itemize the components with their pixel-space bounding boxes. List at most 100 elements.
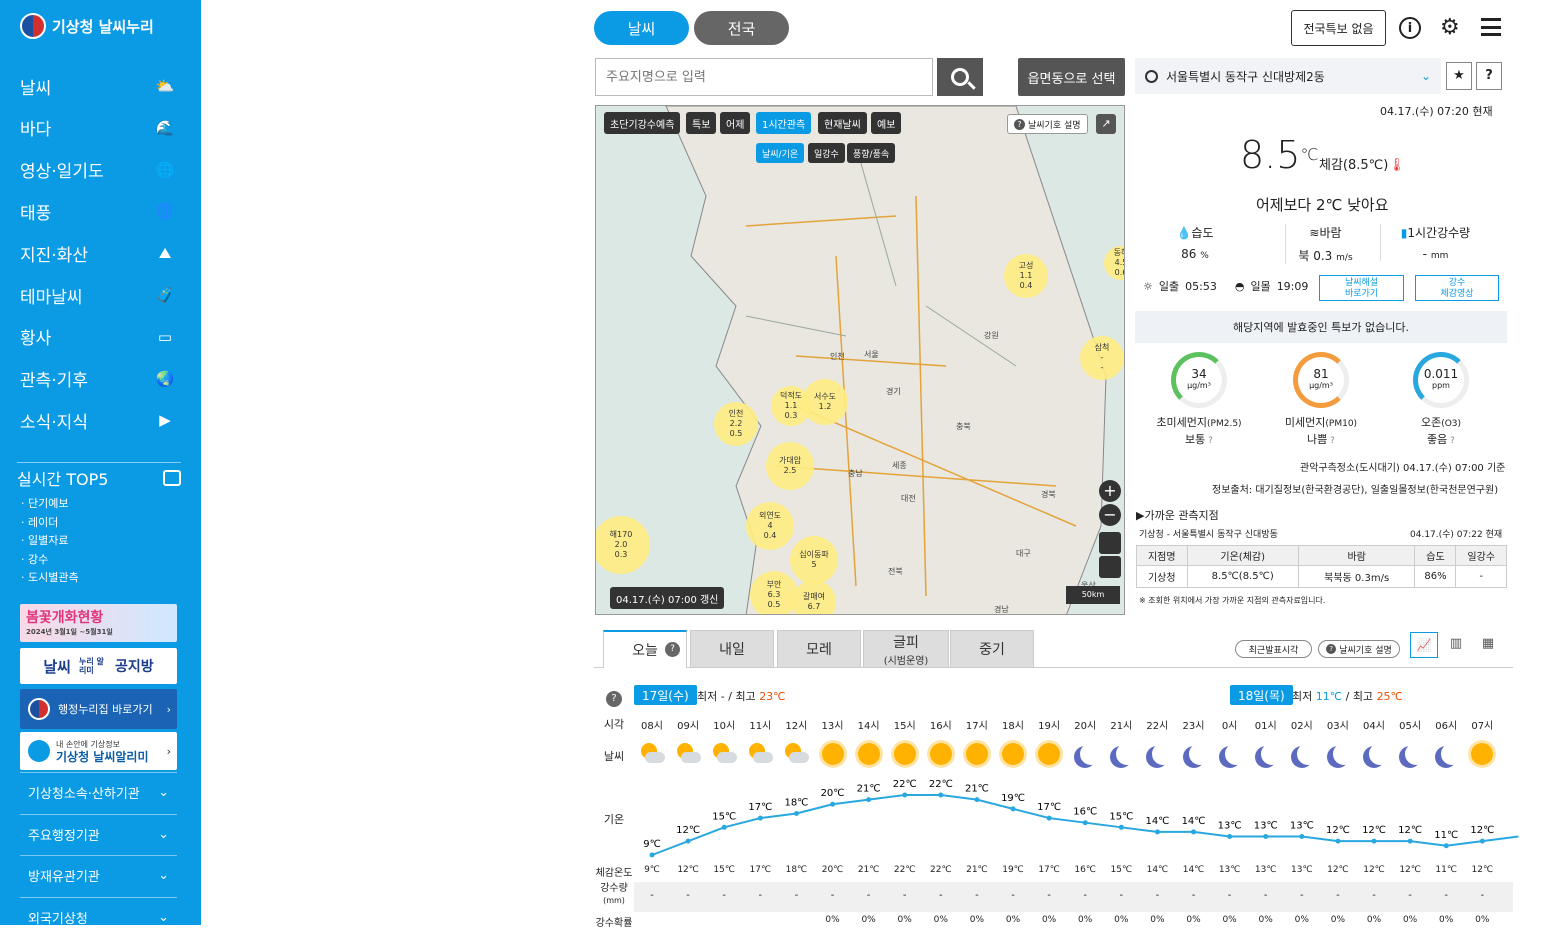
sidebar-item-7[interactable]: 관측·기후 🌏: [20, 364, 176, 394]
sidebar-item-1[interactable]: 바다 🌊: [20, 113, 176, 143]
station-value-1: 1.1: [784, 401, 798, 410]
map-subtab-1[interactable]: 일강수: [808, 143, 845, 163]
location-selector[interactable]: 서울특별시 동작구 신대방제2동 ⌄: [1135, 58, 1441, 94]
help-icon[interactable]: ?: [665, 642, 680, 657]
help-icon[interactable]: ?: [1327, 436, 1335, 446]
sidebar-item-8[interactable]: 소식·지식 ▶: [20, 405, 176, 435]
feels-cell: 12℃: [1399, 865, 1421, 875]
station-marker[interactable]: 부안 6.3 0.5: [750, 571, 798, 614]
station-marker[interactable]: 십이동파 5: [790, 536, 838, 584]
bar-chart-view-icon[interactable]: ▥: [1442, 632, 1470, 658]
hour-label: 23시: [1182, 721, 1205, 732]
sunrise-icon: ☼: [1143, 279, 1153, 293]
notice-banner[interactable]: 날씨 누리 알리미 공지방: [20, 648, 177, 684]
feels-cell: 21℃: [857, 865, 880, 875]
search-button[interactable]: [937, 58, 983, 96]
help-icon[interactable]: ?: [1447, 436, 1455, 446]
station-value-2: 0.5: [729, 429, 743, 438]
favorite-star-icon[interactable]: ★: [1446, 62, 1472, 90]
prob-cell: 0%: [933, 915, 948, 925]
sidebar-item-5[interactable]: 테마날씨 🧳: [20, 280, 176, 310]
help-icon[interactable]: ?: [1205, 436, 1213, 446]
station-marker[interactable]: 삼척 - -: [1080, 336, 1124, 380]
forecast-tab-4[interactable]: 중기: [950, 630, 1034, 668]
station-value-2: -: [1100, 363, 1104, 372]
help-button[interactable]: ?: [1476, 62, 1502, 90]
rain-cell: -: [1083, 890, 1087, 901]
gov-portal-link[interactable]: 행정누리집 바로가기 ›: [20, 689, 177, 729]
sidebar-item-4[interactable]: 지진·화산 ⛰: [20, 238, 176, 268]
temp-point: [830, 801, 836, 807]
tab-national[interactable]: 전국: [694, 11, 789, 45]
map-ruler-icon[interactable]: [1099, 532, 1121, 554]
top5-item[interactable]: 도시별관측: [17, 569, 181, 588]
table-view-icon[interactable]: ▦: [1474, 632, 1502, 658]
help-icon[interactable]: ?: [606, 691, 622, 707]
map-zoom-in-button[interactable]: +: [1099, 480, 1121, 502]
map-tab-4[interactable]: 현재날씨: [818, 112, 867, 134]
forecast-tab-3[interactable]: 글피 (시범운영): [863, 630, 949, 668]
external-link-icon[interactable]: ↗: [1096, 114, 1116, 134]
temp-point: [685, 838, 691, 844]
map-tab-1[interactable]: 특보: [686, 112, 717, 134]
forecast-legend-button[interactable]: ? 날씨기호 설명: [1318, 640, 1400, 658]
forecast-tab-2[interactable]: 모레: [777, 630, 861, 668]
sidebar-item-3[interactable]: 태풍 🌀: [20, 196, 176, 226]
map-tab-2[interactable]: 어제: [720, 112, 751, 134]
related-link-0[interactable]: 기상청소속·산하기관 ⌄: [20, 772, 177, 812]
map-tab-0[interactable]: 초단기강수예측: [604, 112, 681, 134]
national-alert-button[interactable]: 전국특보 없음: [1291, 10, 1386, 46]
top5-item[interactable]: 레이더: [17, 514, 181, 533]
clear-night-icon: [1392, 739, 1428, 769]
top5-item[interactable]: 일별자료: [17, 532, 181, 551]
map-subtab-0[interactable]: 날씨/기온: [756, 143, 805, 163]
brand-logo[interactable]: 기상청 날씨누리: [20, 12, 154, 40]
station-marker[interactable]: 인천 2.2 0.5: [714, 402, 758, 446]
sidebar-item-2[interactable]: 영상·일기도 🌐: [20, 155, 176, 185]
related-link-1[interactable]: 주요행정기관 ⌄: [20, 813, 177, 854]
map-subtab-2[interactable]: 풍향/풍속: [847, 143, 896, 163]
sidebar-item-6[interactable]: 황사 ▭: [20, 322, 176, 352]
tab-weather[interactable]: 날씨: [594, 11, 689, 45]
list-icon[interactable]: [163, 470, 181, 486]
map-layers-icon[interactable]: [1099, 556, 1121, 578]
sidebar-item-label: 태풍: [20, 203, 52, 224]
rain-video-button[interactable]: 강수 체감영상: [1415, 275, 1499, 301]
related-link-2[interactable]: 방재유관기관 ⌄: [20, 855, 177, 895]
crosshair-icon[interactable]: [1145, 69, 1158, 83]
sidebar-item-0[interactable]: 날씨 ⛅: [20, 71, 176, 101]
temp-label: 13℃: [1290, 821, 1314, 832]
forecast-tab-0[interactable]: 오늘?: [603, 630, 687, 668]
forecast-tab-label: 중기: [979, 642, 1005, 658]
air-station-info: 관악구측정소(도시대기) 04.17.(수) 07:00 기준: [1300, 463, 1506, 474]
location-search-input[interactable]: [595, 58, 933, 96]
prob-cell: 0%: [1041, 915, 1057, 925]
station-marker[interactable]: 덕적도 1.1 0.3: [771, 386, 811, 426]
weather-app-banner[interactable]: 내 손안에 기상정보 기상청 날씨알리미 ›: [20, 732, 177, 770]
station-marker[interactable]: 고성 1.1 0.4: [1004, 254, 1048, 298]
weather-map[interactable]: 초단기강수예측 특보 어제 1시간관측 현재날씨 예보 날씨/기온 일강수 풍향/풍속 ? 날…: [595, 105, 1125, 615]
weather-symbol-legend-button[interactable]: ? 날씨기호 설명: [1007, 114, 1088, 134]
forecast-tab-1[interactable]: 내일: [690, 630, 774, 668]
rain-cell: -: [794, 890, 799, 901]
related-link-3[interactable]: 외국기상청 ⌄: [20, 896, 177, 925]
map-tab-3[interactable]: 1시간관측: [756, 112, 812, 134]
station-marker[interactable]: 가대암 2.5: [766, 442, 814, 490]
app-banner-label: 기상청 날씨알리미: [56, 750, 149, 764]
top5-item[interactable]: 단기예보: [17, 495, 181, 514]
weather-commentary-button[interactable]: 날씨해설 바로가기: [1319, 275, 1404, 301]
top5-item[interactable]: 강수: [17, 551, 181, 570]
spring-flower-banner[interactable]: 봄꽃개화현황 2024년 3월1일 ~5월31일: [20, 604, 177, 642]
map-zoom-out-button[interactable]: −: [1099, 504, 1121, 526]
rain-label-a: 강수량: [600, 883, 628, 894]
select-dong-button[interactable]: 읍면동으로 선택: [1018, 58, 1125, 96]
temp-label: 17℃: [1037, 802, 1061, 813]
info-icon[interactable]: i: [1399, 17, 1421, 39]
gear-icon[interactable]: ⚙: [1440, 16, 1460, 40]
station-marker[interactable]: 외연도 4 0.4: [746, 502, 794, 550]
line-chart-view-icon[interactable]: 📈: [1410, 632, 1438, 658]
day2-date-badge: 18일(목): [1230, 685, 1293, 705]
hamburger-menu-icon[interactable]: [1481, 18, 1501, 36]
map-tab-5[interactable]: 예보: [871, 112, 902, 134]
recent-announce-button[interactable]: 최근발표시각: [1235, 640, 1312, 658]
